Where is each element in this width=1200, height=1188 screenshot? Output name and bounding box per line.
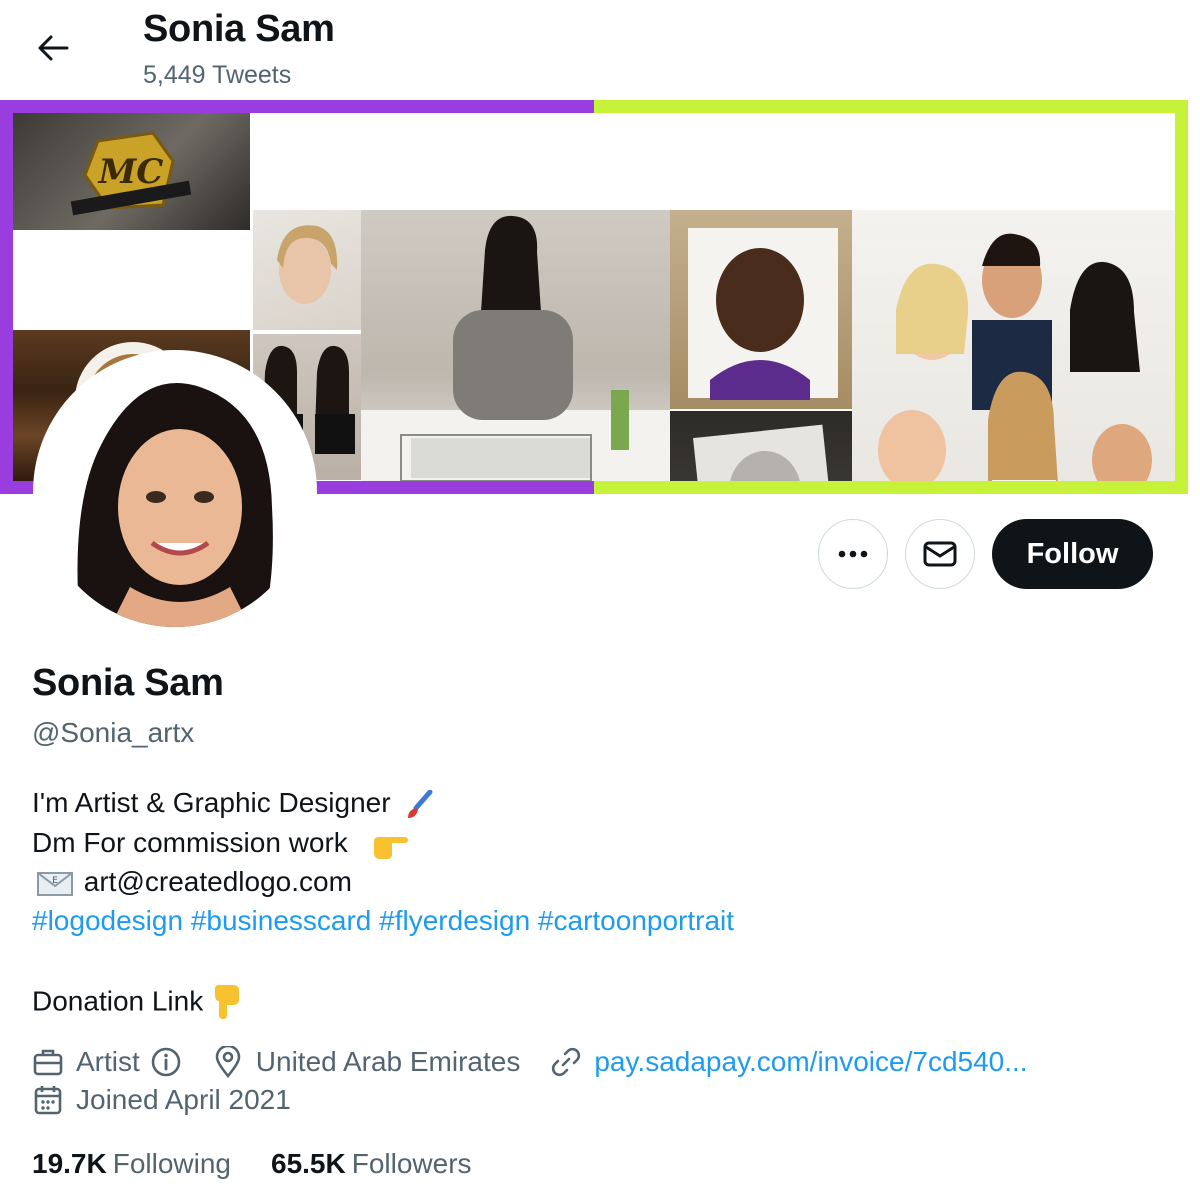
followers-label: Followers: [351, 1148, 472, 1179]
avatar-portrait-image: [40, 357, 310, 627]
header-name: Sonia Sam: [143, 8, 335, 50]
meta-website[interactable]: pay.sadapay.com/invoice/7cd540...: [550, 1046, 1028, 1078]
meta-profession: Artist: [32, 1046, 182, 1078]
banner-frame-right: [594, 100, 1188, 494]
arrow-left-icon: [38, 35, 69, 61]
hashtag-cartoonportrait[interactable]: #cartoonportrait: [538, 905, 734, 936]
meta-profession-text: Artist: [76, 1046, 140, 1077]
profile-display-name: Sonia Sam: [32, 662, 224, 704]
bio-line-3: E art@createdlogo.com: [32, 866, 352, 899]
bio-email: art@createdlogo.com: [83, 866, 352, 897]
info-icon[interactable]: [150, 1046, 182, 1078]
profile-handle: @Sonia_artx: [32, 717, 195, 748]
profile-joined-row: Joined April 2021: [32, 1084, 321, 1116]
meta-joined-text: Joined April 2021: [76, 1084, 291, 1115]
message-button[interactable]: [905, 519, 975, 589]
more-icon: [838, 550, 868, 558]
followers-count: 65.5K: [271, 1148, 346, 1179]
location-pin-icon: [212, 1046, 244, 1078]
envelope-emoji-icon: E: [37, 871, 73, 896]
following-count: 19.7K: [32, 1148, 107, 1179]
profile-avatar[interactable]: [33, 350, 317, 634]
avatar-image: [40, 357, 310, 627]
profile-header: Sonia Sam 5,449 Tweets: [0, 0, 1200, 100]
meta-location-text: United Arab Emirates: [255, 1046, 521, 1077]
paintbrush-icon: [408, 789, 433, 818]
envelope-icon: [923, 541, 957, 567]
bio-text-2: Dm For commission work: [32, 827, 348, 858]
profile-stats: 19.7K Following 65.5K Followers: [32, 1148, 512, 1180]
hashtag-logodesign[interactable]: #logodesign: [32, 905, 183, 936]
calendar-icon: [32, 1084, 64, 1116]
pointing-down-icon: [215, 985, 240, 1019]
tweet-count: 5,449 Tweets: [143, 61, 292, 89]
meta-location: United Arab Emirates: [212, 1046, 521, 1078]
bio-donation-text: Donation Link: [32, 985, 204, 1017]
pointing-right-icon: [373, 836, 408, 859]
briefcase-icon: [32, 1046, 64, 1078]
back-button[interactable]: [28, 26, 78, 70]
bio-line-1: I'm Artist & Graphic Designer: [32, 787, 434, 820]
bio-hashtags: #logodesign #businesscard #flyerdesign #…: [32, 905, 734, 937]
more-button[interactable]: [818, 519, 888, 589]
following-label: Following: [112, 1148, 231, 1179]
following-stat[interactable]: 19.7K Following: [32, 1148, 231, 1180]
hashtag-businesscard[interactable]: #businesscard: [191, 905, 372, 936]
profile-meta-row: Artist United Arab Emirates pay.sadapay.…: [32, 1046, 1058, 1078]
link-icon: [550, 1046, 582, 1078]
hashtag-flyerdesign[interactable]: #flyerdesign: [379, 905, 530, 936]
followers-stat[interactable]: 65.5K Followers: [271, 1148, 472, 1180]
svg-text:E: E: [52, 876, 58, 886]
meta-joined: Joined April 2021: [32, 1084, 291, 1116]
bio-text-1: I'm Artist & Graphic Designer: [32, 787, 391, 818]
bio-line-5: Donation Link: [32, 985, 241, 1021]
meta-website-link[interactable]: pay.sadapay.com/invoice/7cd540...: [594, 1046, 1027, 1078]
follow-button[interactable]: Follow: [992, 519, 1153, 589]
bio-line-2: Dm For commission work: [32, 827, 408, 859]
